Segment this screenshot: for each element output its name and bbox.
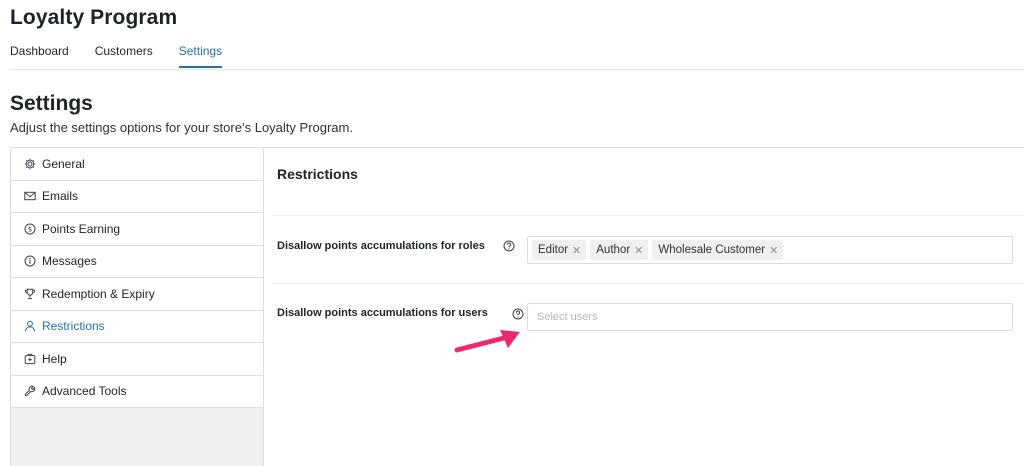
tab-dashboard[interactable]: Dashboard [10,44,69,68]
info-circle-icon [24,255,36,267]
users-search-input[interactable] [532,311,1002,323]
tab-settings[interactable]: Settings [178,44,223,68]
restrictions-content: Restrictions Disallow points accumulatio… [264,148,1024,466]
sidebar-item-advanced-tools[interactable]: Advanced Tools [11,375,263,408]
lifebuoy-icon [24,353,36,365]
sidebar-item-label: Restrictions [42,319,105,334]
help-icon[interactable] [512,307,524,320]
sidebar-item-label: Help [42,351,67,366]
help-icon[interactable] [503,239,515,252]
users-select[interactable] [527,303,1013,331]
tab-customers[interactable]: Customers [95,44,153,68]
trophy-icon [24,288,36,300]
wrench-icon [24,385,36,397]
chip-label: Editor [538,244,569,256]
app-title: Loyalty Program [10,6,178,29]
envelope-icon [24,190,36,202]
page-description: Adjust the settings options for your sto… [10,120,353,135]
svg-text:$: $ [28,225,32,233]
chip-label: Wholesale Customer [658,244,766,256]
sidebar-item-help[interactable]: Help [11,343,263,376]
divider [272,283,1024,284]
sidebar-item-redemption-expiry[interactable]: Redemption & Expiry [11,278,263,311]
top-nav: Dashboard Customers Settings [10,44,248,68]
annotation-arrow-icon [454,330,520,353]
sidebar-item-messages[interactable]: Messages [11,245,263,278]
role-chip: Editor ✕ [532,240,587,260]
section-title: Restrictions [277,166,358,182]
sidebar-item-label: Points Earning [42,221,121,236]
page-title: Settings [10,92,93,115]
dollar-circle-icon: $ [24,223,36,235]
remove-chip-icon[interactable]: ✕ [572,244,581,257]
settings-panel: General Emails $ Points Earning Messages… [10,147,1024,466]
sidebar-item-label: General [42,156,85,171]
sidebar-item-restrictions[interactable]: Restrictions [11,310,263,343]
gear-icon [24,158,36,170]
divider [272,215,1024,216]
sidebar-item-general[interactable]: General [11,148,263,181]
user-icon [24,320,36,332]
sidebar-item-emails[interactable]: Emails [11,180,263,213]
nav-divider [10,69,1024,70]
sidebar-item-label: Redemption & Expiry [42,286,155,301]
role-chip: Wholesale Customer ✕ [652,240,784,260]
sidebar-item-label: Advanced Tools [42,384,127,399]
sidebar-item-label: Messages [42,254,97,269]
sidebar-item-points-earning[interactable]: $ Points Earning [11,213,263,246]
settings-sidebar: General Emails $ Points Earning Messages… [10,148,264,466]
remove-chip-icon[interactable]: ✕ [634,244,643,257]
roles-restriction-label: Disallow points accumulations for roles [277,240,485,252]
sidebar-item-label: Emails [42,189,79,204]
role-chip: Author ✕ [590,240,649,260]
chip-label: Author [596,244,631,256]
users-restriction-label: Disallow points accumulations for users [277,307,488,319]
remove-chip-icon[interactable]: ✕ [769,244,778,257]
roles-select[interactable]: Editor ✕ Author ✕ Wholesale Customer ✕ [527,236,1013,264]
